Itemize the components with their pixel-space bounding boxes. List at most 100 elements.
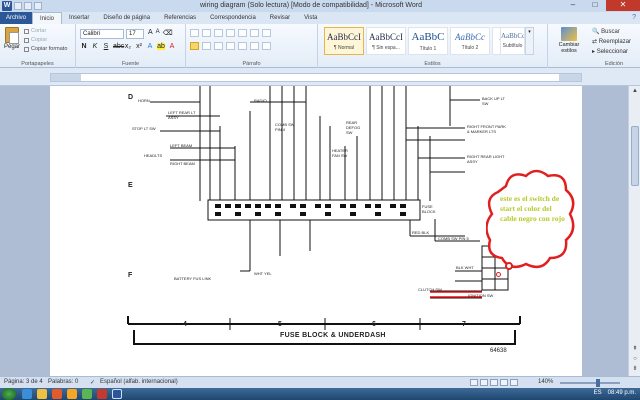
media-player-icon[interactable]: [52, 389, 62, 399]
shrink-font-icon[interactable]: A: [156, 29, 160, 37]
tab-inicio[interactable]: Inicio: [32, 12, 63, 24]
page-count[interactable]: Página: 3 de 4: [4, 379, 43, 385]
draft-view-icon[interactable]: [510, 379, 518, 386]
fuse-pin: [315, 204, 321, 208]
help-icon[interactable]: ?: [632, 14, 636, 21]
style-heading-1[interactable]: AaBbC Título 1: [408, 27, 448, 55]
align-right-icon[interactable]: [214, 42, 223, 50]
tab-archivo[interactable]: Archivo: [0, 12, 33, 24]
input-language[interactable]: ES: [594, 390, 602, 396]
tab-diseno-pagina[interactable]: Diseño de página: [96, 12, 157, 24]
styles-more-button[interactable]: ▾: [525, 27, 534, 55]
previous-page-button[interactable]: ⇞: [630, 344, 640, 354]
minimize-button[interactable]: –: [562, 0, 584, 11]
word-count[interactable]: Palabras: 0: [48, 379, 78, 385]
line-spacing-icon[interactable]: [238, 42, 247, 50]
copy-label: Copiar: [31, 37, 48, 43]
find-button[interactable]: 🔍 Buscar: [592, 27, 631, 37]
shading-icon[interactable]: [250, 42, 259, 50]
highlight-icon[interactable]: ab: [157, 43, 165, 50]
scissors-icon: [24, 29, 29, 34]
tab-correspondencia[interactable]: Correspondencia: [203, 12, 263, 24]
tab-insertar[interactable]: Insertar: [62, 12, 96, 24]
horizontal-ruler[interactable]: [0, 68, 640, 86]
cut-button[interactable]: Cortar: [24, 27, 67, 36]
grow-font-icon[interactable]: A: [148, 29, 153, 37]
decrease-indent-icon[interactable]: [226, 29, 235, 37]
text-effects-icon[interactable]: A: [146, 43, 154, 50]
label-headlts: HEADLTS: [144, 153, 163, 158]
scroll-up-button[interactable]: ▲: [630, 86, 640, 96]
document-area[interactable]: D E F 4 5 6 7 FUSE BLOCK & UNDERDASH 646…: [0, 86, 628, 376]
word-app-icon[interactable]: W: [2, 1, 12, 11]
label-ignition-sw: IGNITION SW: [468, 293, 494, 298]
change-styles-button[interactable]: Cambiar estilos: [552, 27, 586, 54]
style-subtitle[interactable]: AaBbCcI Subtítulo: [500, 27, 525, 55]
label-rear-defog: REAR DEFOG SW: [346, 120, 361, 135]
style-no-spacing[interactable]: AaBbCcI ¶ Sin espa...: [366, 27, 406, 55]
subscript-icon[interactable]: x₂: [124, 43, 132, 50]
zoom-slider-knob[interactable]: [596, 379, 601, 387]
sort-icon[interactable]: [250, 29, 259, 37]
undo-icon[interactable]: [24, 2, 32, 10]
select-button[interactable]: ▸ Seleccionar: [592, 47, 631, 57]
style-sample: AaBbCc: [455, 32, 485, 42]
strikethrough-icon[interactable]: abc: [113, 43, 124, 50]
maximize-button[interactable]: □: [584, 0, 606, 11]
save-icon[interactable]: [14, 2, 22, 10]
underline-icon[interactable]: S: [102, 43, 110, 50]
clear-format-icon[interactable]: ⌫: [163, 29, 173, 37]
redo-icon[interactable]: [34, 2, 42, 10]
language-indicator[interactable]: Español (alfab. internacional): [100, 379, 178, 385]
browse-object-button[interactable]: ○: [630, 354, 640, 364]
label-radio: RADIO: [254, 98, 267, 103]
start-button[interactable]: [2, 388, 16, 400]
app-icon[interactable]: [97, 389, 107, 399]
style-heading-2[interactable]: AaBbCc Título 2: [450, 27, 490, 55]
footer-title: FUSE BLOCK & UNDERDASH: [280, 332, 386, 339]
superscript-icon[interactable]: x²: [135, 43, 143, 50]
scroll-thumb[interactable]: [631, 126, 639, 186]
zoom-slider[interactable]: [560, 379, 620, 387]
tab-vista[interactable]: Vista: [297, 12, 324, 24]
font-name-select[interactable]: Calibri: [80, 29, 124, 39]
font-color-icon[interactable]: A: [168, 43, 176, 50]
align-left-icon[interactable]: [190, 42, 199, 50]
zoom-level[interactable]: 140%: [538, 379, 553, 385]
borders-icon[interactable]: [262, 42, 271, 50]
copy-button[interactable]: Copiar: [24, 36, 67, 45]
row-marker-f: F: [128, 272, 133, 279]
style-normal[interactable]: AaBbCcI ¶ Normal: [324, 27, 364, 55]
multilevel-list-icon[interactable]: [214, 29, 223, 37]
bullets-icon[interactable]: [190, 29, 199, 37]
justify-icon[interactable]: [226, 42, 235, 50]
internet-explorer-icon[interactable]: [22, 389, 32, 399]
file-explorer-icon[interactable]: [37, 389, 47, 399]
chrome-icon[interactable]: [82, 389, 92, 399]
replace-button[interactable]: ⇄ Reemplazar: [592, 37, 631, 47]
format-painter-button[interactable]: Copiar formato: [24, 45, 67, 54]
outline-view-icon[interactable]: [500, 379, 508, 386]
print-layout-view-icon[interactable]: [470, 379, 478, 386]
tab-referencias[interactable]: Referencias: [157, 12, 203, 24]
paste-button[interactable]: Pegar: [3, 27, 21, 55]
select-label: Seleccionar: [596, 49, 629, 55]
next-page-button[interactable]: ⇟: [630, 364, 640, 374]
document-page[interactable]: D E F 4 5 6 7 FUSE BLOCK & UNDERDASH 646…: [50, 86, 582, 376]
close-button[interactable]: ✕: [606, 0, 640, 11]
increase-indent-icon[interactable]: [238, 29, 247, 37]
tab-revisar[interactable]: Revisar: [263, 12, 297, 24]
web-layout-view-icon[interactable]: [490, 379, 498, 386]
align-center-icon[interactable]: [202, 42, 211, 50]
numbering-icon[interactable]: [202, 29, 211, 37]
firefox-icon[interactable]: [67, 389, 77, 399]
italic-icon[interactable]: K: [91, 43, 99, 50]
show-marks-icon[interactable]: [262, 29, 271, 37]
bold-icon[interactable]: N: [80, 43, 88, 50]
clock[interactable]: 08:49 p.m.: [608, 390, 636, 396]
vertical-scrollbar[interactable]: ▲ ⇞ ○ ⇟: [628, 86, 640, 376]
spellcheck-icon[interactable]: ✓: [90, 379, 95, 386]
full-screen-view-icon[interactable]: [480, 379, 488, 386]
font-size-select[interactable]: 17: [126, 29, 144, 39]
word-taskbar-icon[interactable]: [112, 389, 122, 399]
